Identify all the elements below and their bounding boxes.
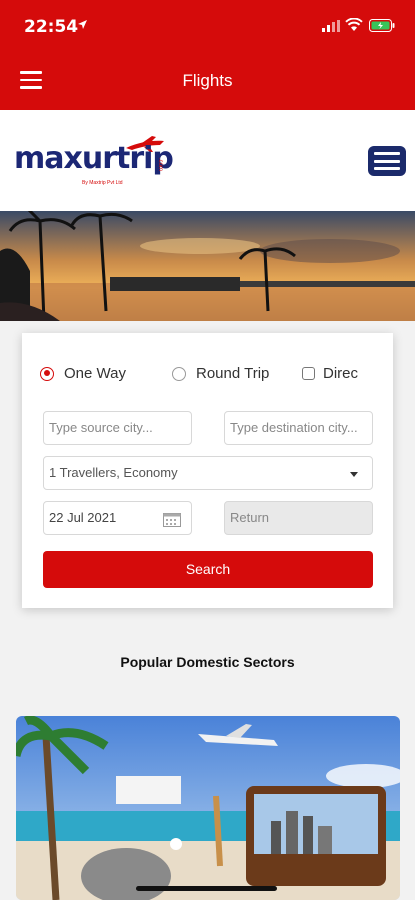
location-arrow-icon: [78, 20, 87, 29]
logo-tagline: By Maxtrip Pvt Ltd: [82, 180, 123, 186]
cellular-signal-icon: [322, 20, 340, 32]
radio-selected-icon: [40, 366, 54, 381]
logo-tld: .com: [157, 158, 163, 172]
popular-sectors-heading: Popular Domestic Sectors: [120, 654, 295, 670]
travellers-value: 1 Travellers, Economy: [49, 465, 178, 480]
status-bar: 22:54: [0, 0, 415, 52]
app-bar: 22:54 Flights: [0, 0, 415, 110]
wifi-icon: [345, 18, 363, 31]
page-title: Flights: [182, 71, 233, 90]
battery-icon: [369, 19, 395, 32]
beach-banner-image: [0, 211, 415, 321]
calendar-icon: [163, 513, 181, 527]
radio-unselected-icon: [172, 366, 186, 381]
search-button[interactable]: Search: [43, 551, 373, 588]
home-indicator: [136, 886, 277, 891]
logo-wordmark: maxurtrip: [14, 141, 174, 176]
round-trip-label: Round Trip: [196, 365, 270, 382]
depart-date-value: 22 Jul 2021: [49, 510, 117, 525]
source-city-input[interactable]: Type source city...: [43, 411, 192, 445]
one-way-radio[interactable]: One Way: [40, 365, 126, 382]
dropdown-arrow-icon: [350, 472, 358, 477]
direct-label: Direc: [323, 365, 359, 382]
travellers-select[interactable]: 1 Travellers, Economy: [43, 456, 373, 490]
return-date-input[interactable]: Return: [224, 501, 373, 535]
site-menu-button[interactable]: [368, 146, 406, 176]
checkbox-icon: [302, 367, 315, 380]
destination-city-input[interactable]: Type destination city...: [224, 411, 373, 445]
round-trip-radio[interactable]: Round Trip: [172, 365, 269, 382]
direct-checkbox[interactable]: Direc: [302, 365, 358, 382]
travel-promo-image[interactable]: [16, 716, 400, 900]
status-time: 22:54: [24, 17, 79, 37]
one-way-label: One Way: [64, 365, 126, 382]
depart-date-input[interactable]: 22 Jul 2021: [43, 501, 192, 535]
